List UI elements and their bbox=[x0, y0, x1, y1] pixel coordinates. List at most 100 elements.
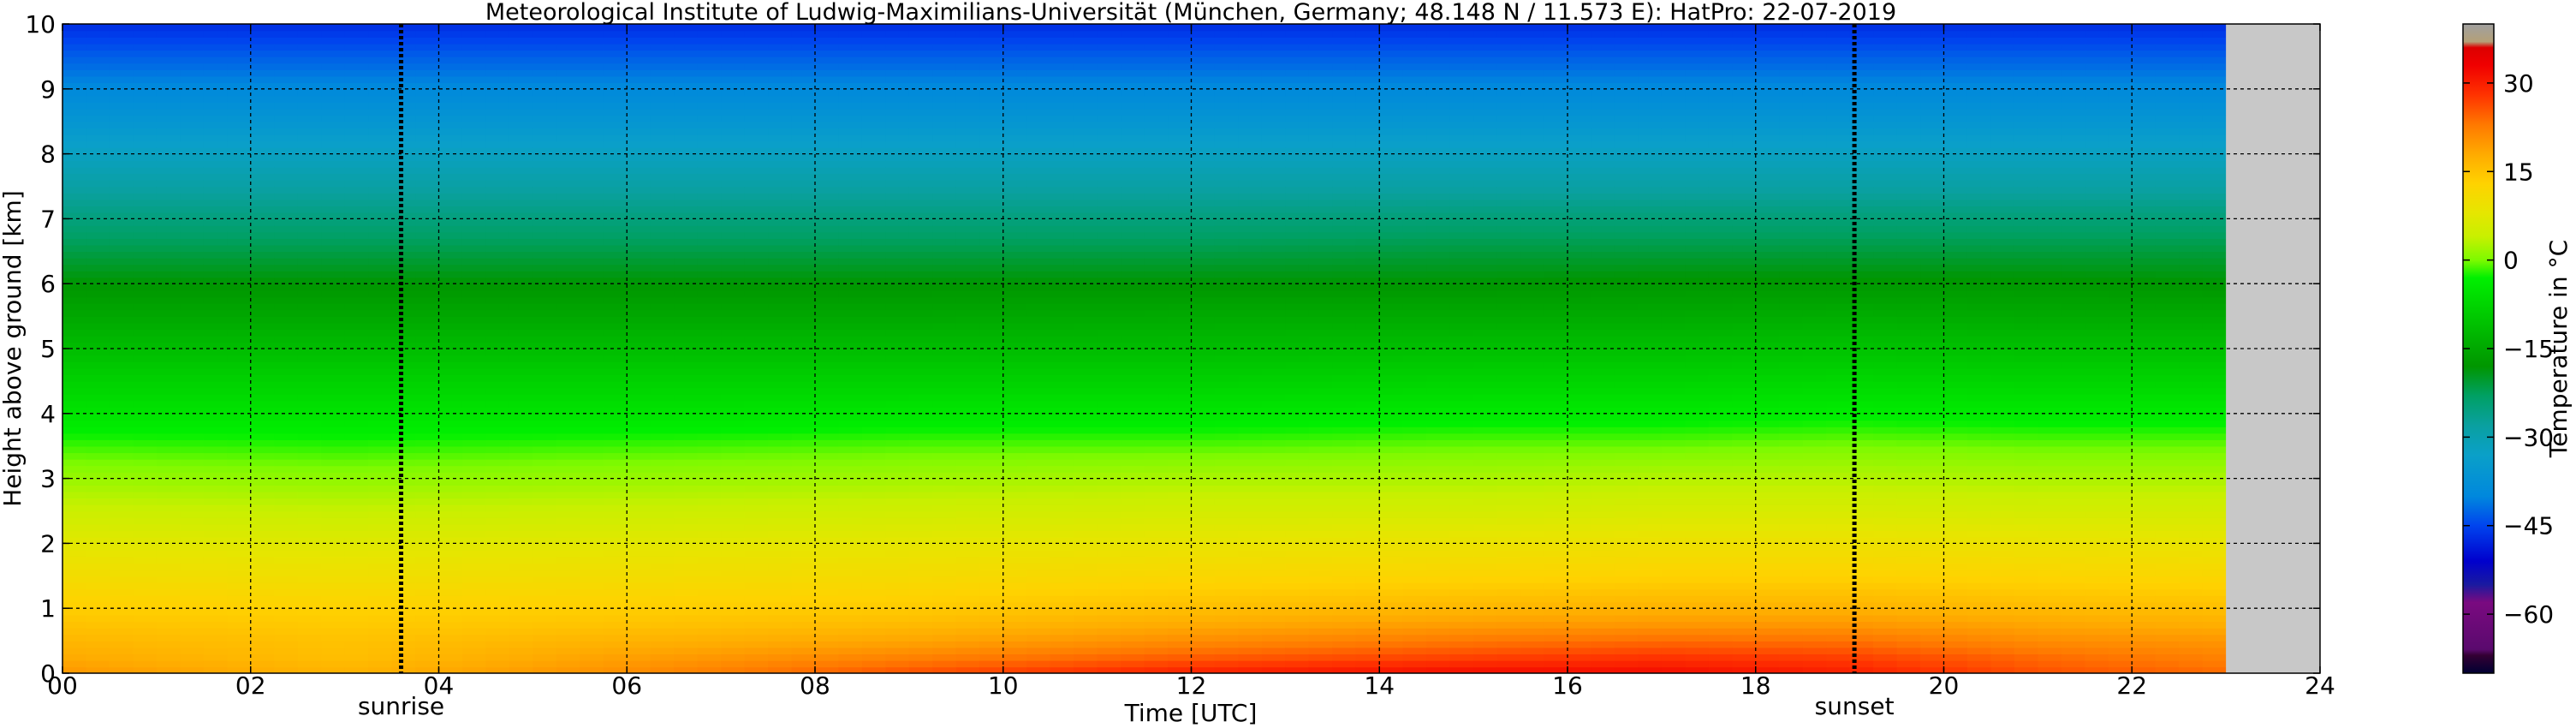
heatmap-cell bbox=[1144, 659, 1169, 668]
heatmap-cell bbox=[297, 316, 322, 324]
heatmap-cell bbox=[391, 296, 416, 304]
heatmap-cell bbox=[485, 355, 510, 362]
heatmap-cell bbox=[815, 458, 840, 467]
heatmap-cell bbox=[203, 420, 229, 427]
heatmap-cell bbox=[674, 498, 699, 505]
heatmap-cell bbox=[344, 465, 369, 473]
heatmap-cell bbox=[485, 296, 510, 304]
heatmap-cell bbox=[603, 224, 628, 233]
heatmap-cell bbox=[1144, 264, 1169, 272]
heatmap-cell bbox=[509, 349, 534, 356]
heatmap-cell bbox=[1026, 251, 1051, 259]
heatmap-cell bbox=[86, 75, 110, 84]
heatmap-cell bbox=[1191, 238, 1216, 246]
heatmap-cell bbox=[979, 523, 1004, 532]
heatmap-cell bbox=[744, 510, 769, 518]
heatmap-cell bbox=[1144, 302, 1169, 311]
heatmap-cell bbox=[674, 231, 699, 239]
heatmap-cell bbox=[368, 289, 393, 298]
heatmap-cell bbox=[1144, 634, 1169, 641]
heatmap-cell bbox=[86, 128, 110, 135]
heatmap-cell bbox=[485, 641, 510, 648]
heatmap-cell bbox=[1002, 173, 1028, 181]
heatmap-cell bbox=[580, 251, 604, 259]
heatmap-cell bbox=[344, 498, 369, 505]
heatmap-cell bbox=[250, 206, 276, 213]
heatmap-cell bbox=[908, 452, 934, 460]
heatmap-cell bbox=[955, 153, 981, 161]
heatmap-cell bbox=[180, 595, 205, 603]
heatmap-cell bbox=[627, 101, 651, 110]
heatmap-cell bbox=[368, 238, 393, 246]
heatmap-cell bbox=[250, 380, 276, 389]
heatmap-cell bbox=[180, 608, 205, 616]
heatmap-cell bbox=[1214, 355, 1240, 362]
heatmap-cell bbox=[1026, 530, 1051, 538]
heatmap-cell bbox=[1050, 465, 1074, 473]
heatmap-cell bbox=[1050, 588, 1074, 596]
heatmap-cell bbox=[627, 108, 651, 116]
heatmap-cell bbox=[1191, 374, 1216, 382]
heatmap-cell bbox=[1214, 244, 1240, 253]
heatmap-cell bbox=[86, 271, 110, 278]
heatmap-cell bbox=[627, 374, 651, 382]
heatmap-cell bbox=[86, 186, 110, 194]
heatmap-cell bbox=[627, 349, 651, 356]
heatmap-cell bbox=[955, 556, 981, 564]
heatmap-cell bbox=[274, 166, 299, 175]
heatmap-cell bbox=[321, 108, 346, 116]
heatmap-cell bbox=[62, 445, 87, 454]
heatmap-cell bbox=[509, 173, 534, 181]
heatmap-cell bbox=[1121, 335, 1145, 343]
heatmap-cell bbox=[603, 608, 628, 616]
heatmap-cell bbox=[180, 186, 205, 194]
heatmap-cell bbox=[979, 264, 1004, 272]
heatmap-cell bbox=[1144, 478, 1169, 486]
heatmap-cell bbox=[1026, 296, 1051, 304]
heatmap-cell bbox=[650, 251, 675, 259]
heatmap-cell bbox=[603, 595, 628, 603]
heatmap-cell bbox=[532, 608, 557, 616]
heatmap-cell bbox=[603, 659, 628, 668]
heatmap-cell bbox=[697, 56, 722, 64]
heatmap-cell bbox=[532, 478, 557, 486]
heatmap-cell bbox=[1097, 289, 1121, 298]
heatmap-cell bbox=[438, 173, 463, 181]
heatmap-cell bbox=[203, 627, 229, 636]
heatmap-cell bbox=[1074, 231, 1098, 239]
heatmap-cell bbox=[227, 653, 252, 661]
heatmap-cell bbox=[321, 56, 346, 64]
heatmap-cell bbox=[368, 659, 393, 668]
heatmap-cell bbox=[62, 510, 87, 518]
heatmap-cell bbox=[227, 361, 252, 369]
heatmap-cell bbox=[485, 257, 510, 266]
heatmap-cell bbox=[438, 556, 463, 564]
heatmap-cell bbox=[861, 115, 887, 122]
heatmap-cell bbox=[791, 582, 816, 590]
heatmap-cell bbox=[344, 153, 369, 161]
heatmap-cell bbox=[180, 179, 205, 188]
heatmap-cell bbox=[979, 413, 1004, 421]
heatmap-cell bbox=[485, 433, 510, 440]
heatmap-cell bbox=[674, 37, 699, 45]
heatmap-cell bbox=[861, 224, 887, 233]
heatmap-cell bbox=[203, 218, 229, 226]
heatmap-cell bbox=[721, 400, 746, 409]
heatmap-cell bbox=[227, 88, 252, 97]
heatmap-cell bbox=[1026, 659, 1051, 668]
heatmap-cell bbox=[885, 264, 910, 272]
heatmap-cell bbox=[908, 394, 934, 402]
heatmap-cell bbox=[156, 63, 181, 70]
heatmap-cell bbox=[650, 101, 675, 110]
heatmap-cell bbox=[532, 329, 557, 337]
heatmap-cell bbox=[580, 302, 604, 311]
heatmap-cell bbox=[838, 244, 863, 253]
heatmap-cell bbox=[603, 212, 628, 220]
heatmap-cell bbox=[1191, 400, 1216, 409]
heatmap-cell bbox=[109, 452, 134, 460]
heatmap-cell bbox=[627, 491, 651, 499]
heatmap-cell bbox=[979, 659, 1004, 668]
heatmap-cell bbox=[744, 426, 769, 434]
heatmap-cell bbox=[1144, 588, 1169, 596]
heatmap-cell bbox=[485, 530, 510, 538]
